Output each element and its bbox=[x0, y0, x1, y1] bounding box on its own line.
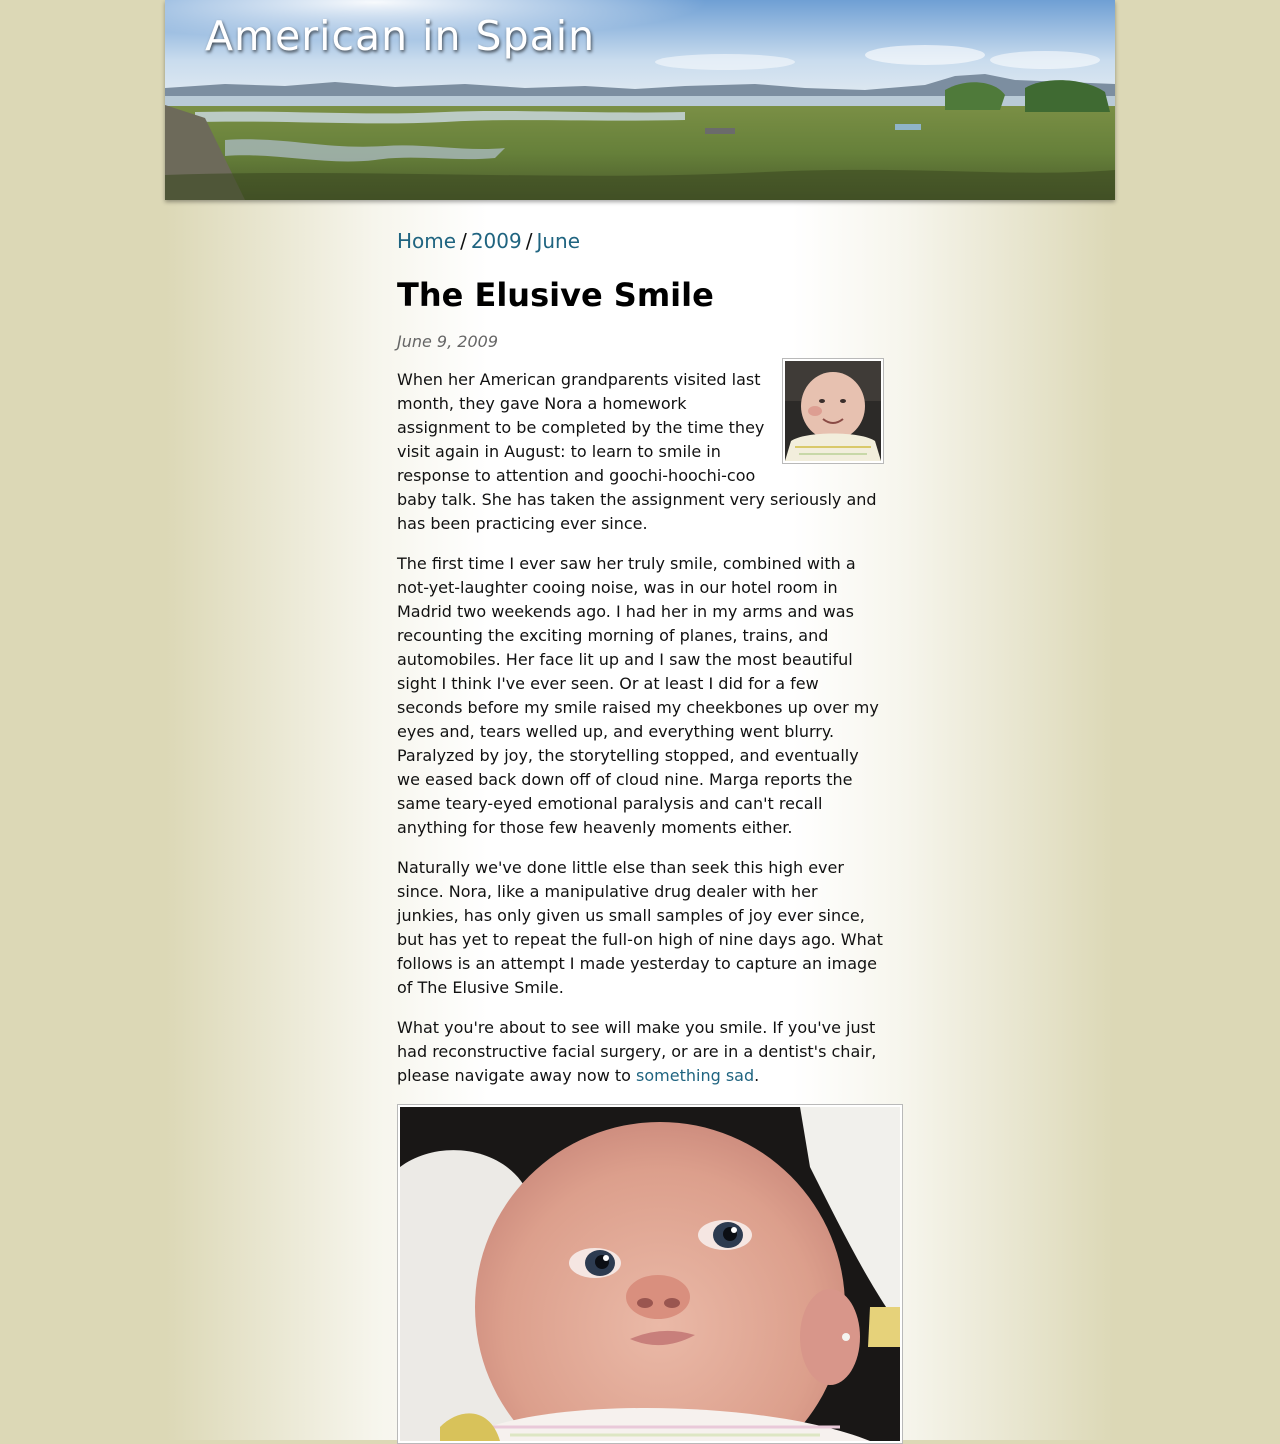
breadcrumb-separator: / bbox=[525, 229, 533, 253]
breadcrumb-month-link[interactable]: June bbox=[536, 229, 580, 253]
main-content: Home/2009/June The Elusive Smile June 9,… bbox=[397, 224, 903, 1444]
breadcrumb-separator: / bbox=[460, 229, 467, 253]
post-paragraph-text: . bbox=[754, 1066, 760, 1085]
header-banner: American in Spain bbox=[165, 0, 1115, 200]
baby-thumbnail-image bbox=[785, 361, 881, 461]
breadcrumb: Home/2009/June bbox=[397, 224, 884, 258]
baby-large-photo[interactable] bbox=[397, 1104, 903, 1444]
post-date: June 9, 2009 bbox=[397, 332, 498, 351]
post-title: The Elusive Smile bbox=[397, 276, 714, 314]
breadcrumb-home-link[interactable]: Home bbox=[397, 229, 456, 253]
site-title-link[interactable]: American in Spain bbox=[205, 12, 595, 60]
something-sad-link[interactable]: something sad bbox=[636, 1066, 754, 1085]
post-paragraph: When her American grandparents visited l… bbox=[397, 358, 884, 536]
post-body: When her American grandparents visited l… bbox=[397, 358, 884, 1088]
post-paragraph: Naturally we've done little else than se… bbox=[397, 858, 883, 997]
baby-thumbnail-photo[interactable] bbox=[782, 358, 884, 464]
baby-face-image bbox=[400, 1107, 900, 1441]
post-paragraph: What you're about to see will make you s… bbox=[397, 1016, 884, 1088]
breadcrumb-year-link[interactable]: 2009 bbox=[471, 229, 522, 253]
post-paragraph: The first time I ever saw her truly smil… bbox=[397, 554, 879, 837]
